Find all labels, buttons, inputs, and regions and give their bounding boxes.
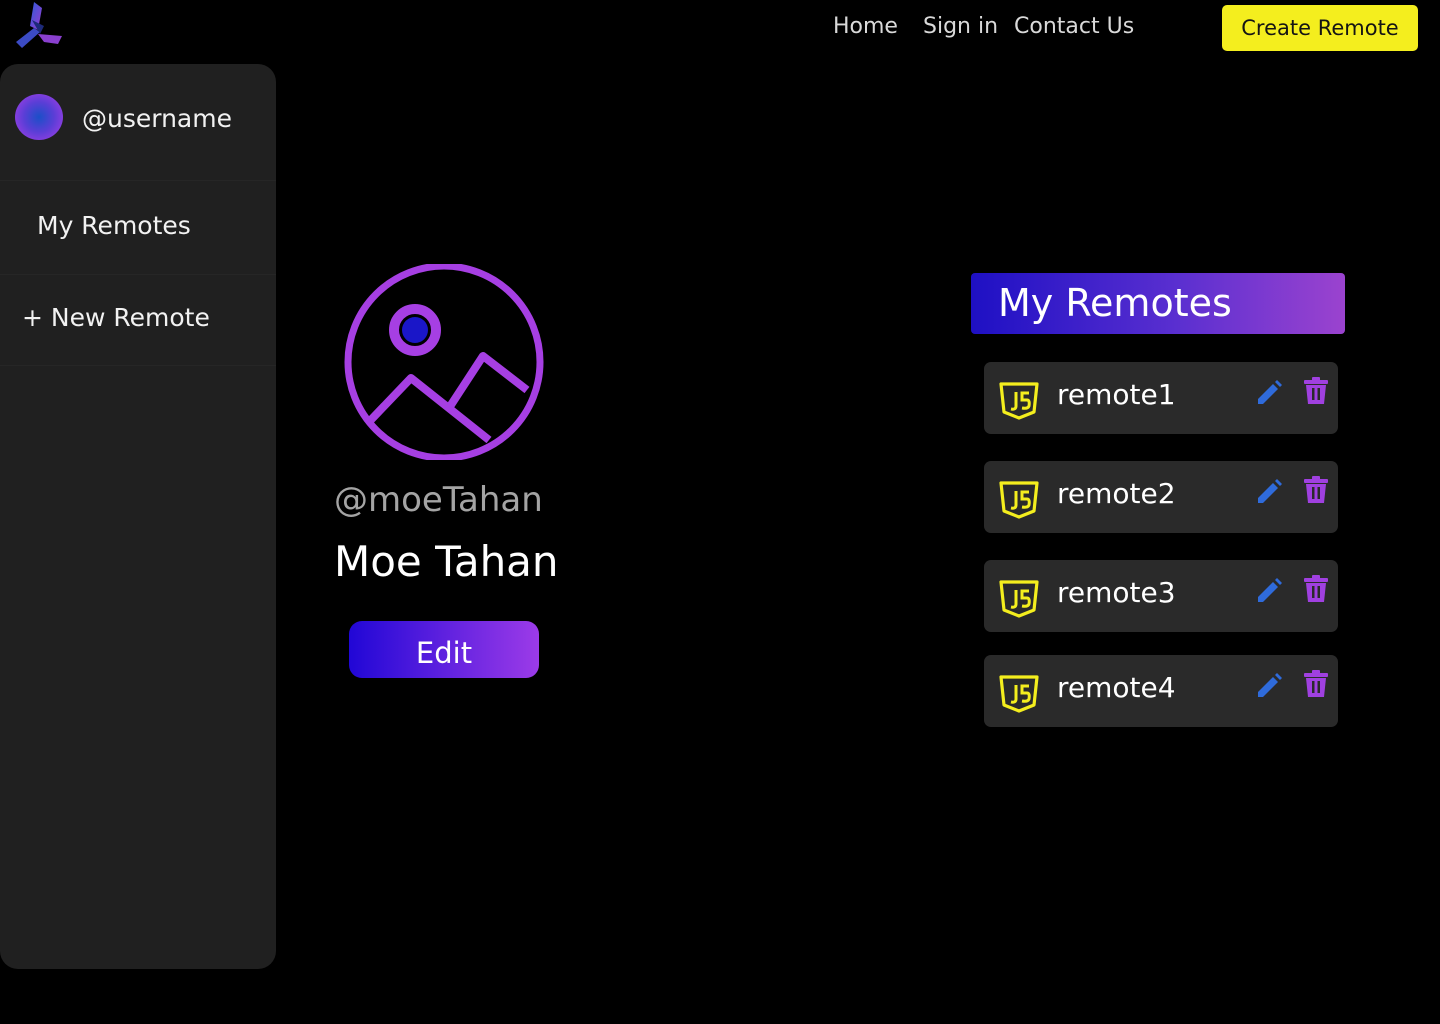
- edit-pencil-icon[interactable]: [1254, 477, 1284, 507]
- remote-name[interactable]: remote3: [1057, 576, 1176, 609]
- avatar: [15, 94, 63, 140]
- create-remote-button[interactable]: Create Remote: [1222, 5, 1418, 51]
- nav-sign-in-link[interactable]: Sign in: [923, 14, 998, 44]
- js-icon: [999, 481, 1039, 519]
- sidebar-item-label: My Remotes: [37, 211, 191, 240]
- list-item[interactable]: remote2: [984, 461, 1338, 533]
- delete-trash-icon[interactable]: [1301, 475, 1331, 505]
- remote-name[interactable]: remote2: [1057, 477, 1176, 510]
- delete-trash-icon[interactable]: [1301, 574, 1331, 604]
- remote-name[interactable]: remote1: [1057, 378, 1176, 411]
- list-item[interactable]: remote1: [984, 362, 1338, 434]
- edit-pencil-icon[interactable]: [1254, 576, 1284, 606]
- edit-profile-button[interactable]: Edit: [349, 621, 539, 678]
- list-item[interactable]: remote4: [984, 655, 1338, 727]
- list-item[interactable]: remote3: [984, 560, 1338, 632]
- sidebar-item-new-remote[interactable]: + New Remote: [0, 274, 276, 366]
- edit-pencil-icon[interactable]: [1254, 378, 1284, 408]
- sidebar-profile[interactable]: @username: [0, 64, 276, 174]
- nav-contact-link[interactable]: Contact Us: [1014, 14, 1134, 44]
- sidebar: @username My Remotes + New Remote: [0, 64, 276, 969]
- remote-name[interactable]: remote4: [1057, 671, 1176, 704]
- sidebar-item-my-remotes[interactable]: My Remotes: [0, 180, 276, 272]
- profile-image-placeholder-icon: [344, 264, 544, 460]
- js-icon: [999, 382, 1039, 420]
- nav-home-link[interactable]: Home: [833, 14, 898, 44]
- app-logo-icon[interactable]: [14, 0, 66, 50]
- js-icon: [999, 580, 1039, 618]
- edit-pencil-icon[interactable]: [1254, 671, 1284, 701]
- profile-handle: @moeTahan: [334, 480, 543, 520]
- delete-trash-icon[interactable]: [1301, 376, 1331, 406]
- js-icon: [999, 675, 1039, 713]
- profile-name: Moe Tahan: [334, 537, 559, 586]
- my-remotes-header: My Remotes: [971, 273, 1345, 334]
- delete-trash-icon[interactable]: [1301, 669, 1331, 699]
- sidebar-item-label: + New Remote: [22, 303, 210, 332]
- sidebar-username: @username: [82, 104, 232, 133]
